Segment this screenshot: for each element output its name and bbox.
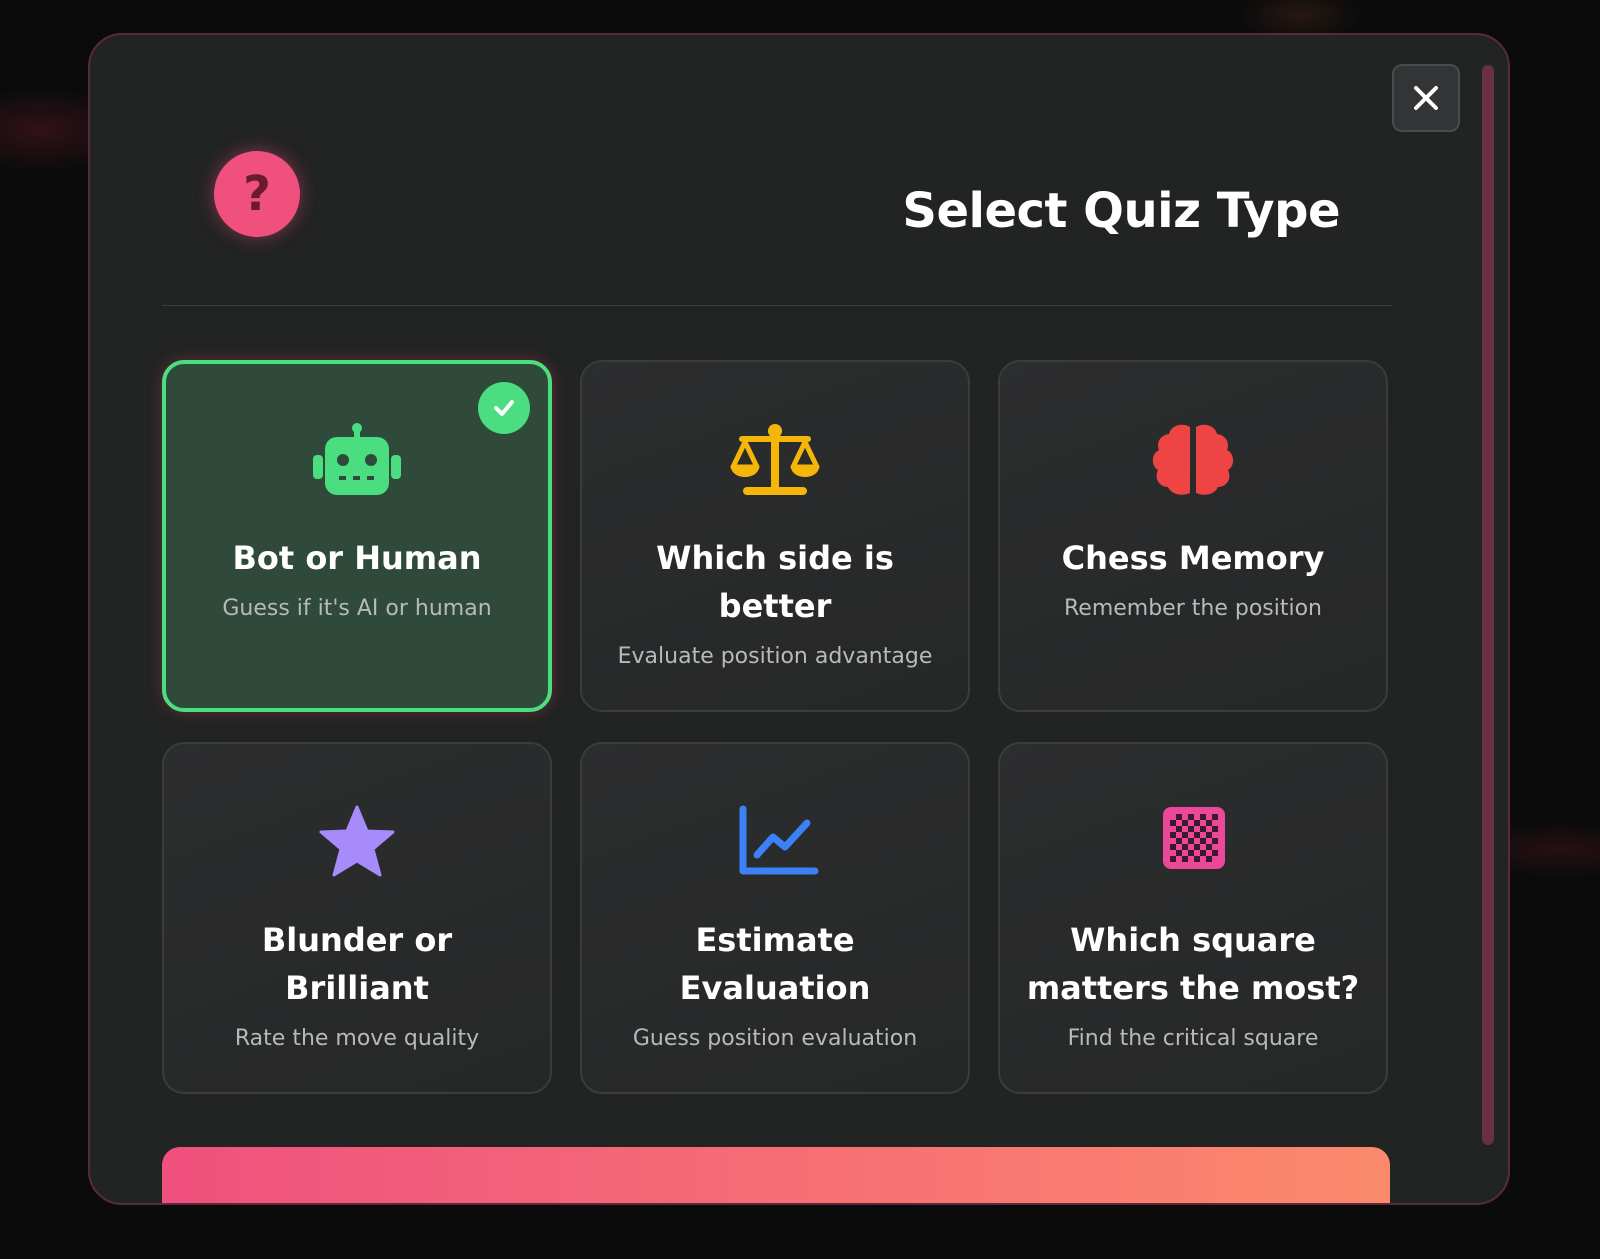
quiz-card-description: Guess if it's AI or human	[222, 596, 492, 621]
close-icon	[1414, 86, 1438, 110]
quiz-card-title: Bot or Human	[232, 539, 482, 577]
quiz-card-description: Find the critical square	[1067, 1026, 1319, 1051]
quiz-card-title: Blunder or Brilliant	[261, 921, 453, 1007]
quiz-card-title: Chess Memory	[1061, 539, 1325, 577]
quiz-card-which-side-is-better[interactable]: Which side is better Evaluate position a…	[580, 360, 970, 712]
brain-icon	[1143, 420, 1243, 500]
header-divider	[162, 305, 1392, 306]
quiz-card-title: Estimate Evaluation	[679, 921, 871, 1007]
quiz-type-dialog: ? Select Quiz Type Bot or Human Guess if…	[88, 33, 1510, 1205]
quiz-card-description: Guess position evaluation	[632, 1026, 918, 1051]
quiz-card-chess-memory[interactable]: Chess Memory Remember the position	[998, 360, 1388, 712]
chart-line-icon	[725, 802, 825, 882]
robot-icon	[307, 420, 407, 500]
start-quiz-button[interactable]	[162, 1147, 1390, 1203]
quiz-card-estimate-evaluation[interactable]: Estimate Evaluation Guess position evalu…	[580, 742, 970, 1094]
quiz-card-title: Which square matters the most?	[1026, 921, 1360, 1007]
quiz-card-which-square-matters[interactable]: Which square matters the most? Find the …	[998, 742, 1388, 1094]
quiz-type-grid: Bot or Human Guess if it's AI or human W…	[162, 360, 1394, 1094]
dialog-scrollbar[interactable]	[1482, 65, 1494, 1145]
chessboard-icon	[1143, 802, 1243, 882]
quiz-card-bot-or-human[interactable]: Bot or Human Guess if it's AI or human	[162, 360, 552, 712]
selected-check-icon	[478, 382, 530, 434]
quiz-card-title: Which side is better	[656, 539, 894, 625]
quiz-card-description: Rate the move quality	[234, 1026, 480, 1051]
star-icon	[307, 802, 407, 882]
dialog-title: Select Quiz Type	[902, 183, 1340, 239]
quiz-card-description: Evaluate position advantage	[617, 644, 933, 669]
scale-icon	[725, 420, 825, 500]
question-mark-glyph: ?	[243, 166, 271, 222]
quiz-card-blunder-or-brilliant[interactable]: Blunder or Brilliant Rate the move quali…	[162, 742, 552, 1094]
question-mark-icon: ?	[214, 151, 300, 237]
quiz-card-description: Remember the position	[1063, 596, 1322, 621]
close-button[interactable]	[1392, 64, 1460, 132]
